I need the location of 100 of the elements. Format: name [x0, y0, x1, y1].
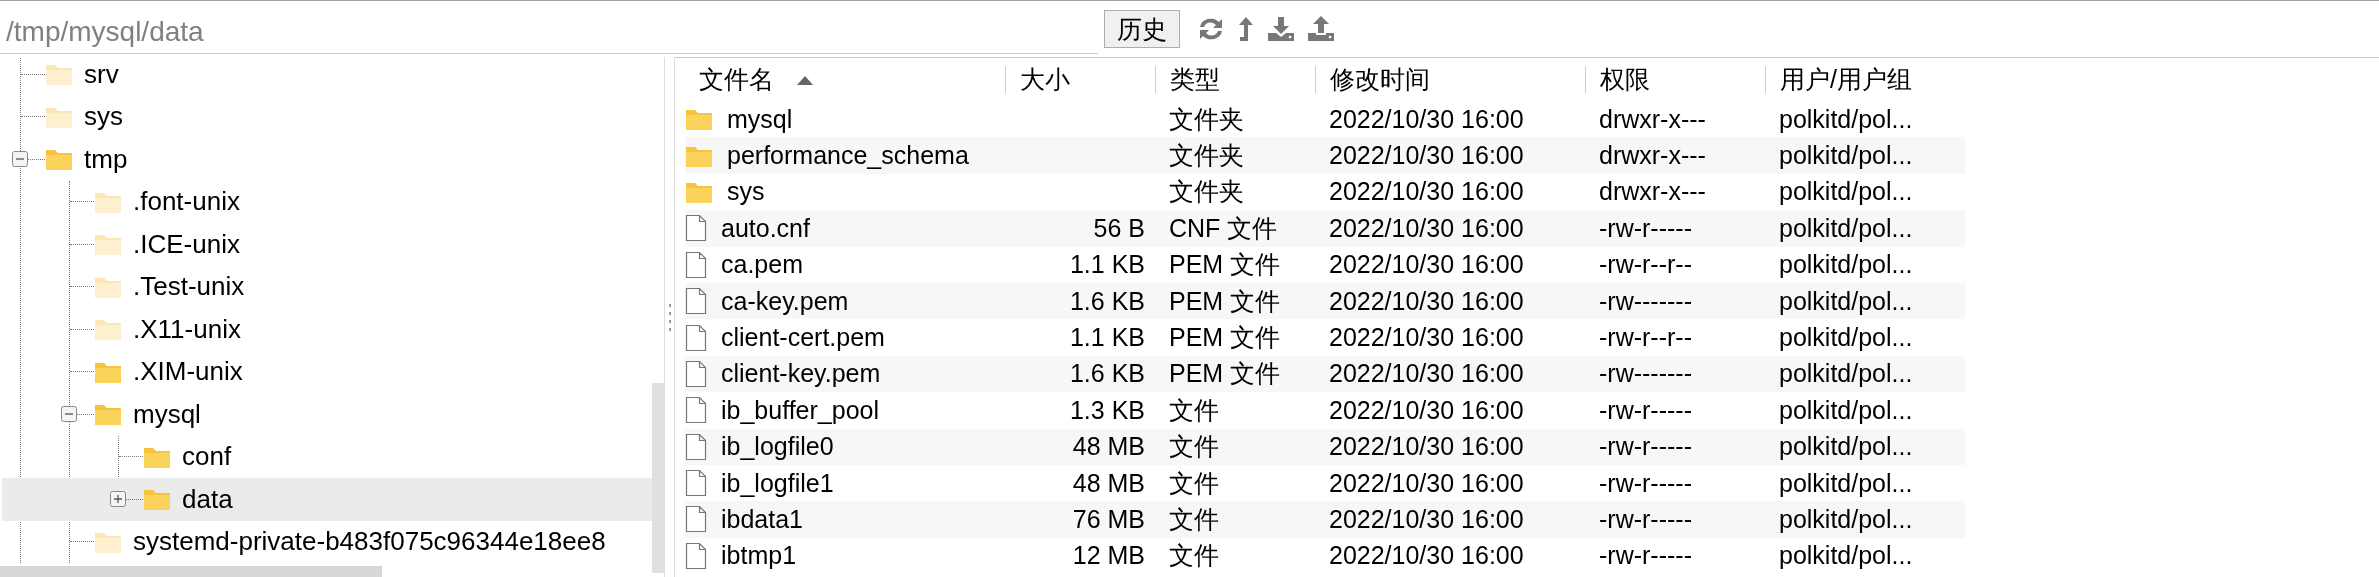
- scrollbar-thumb[interactable]: [0, 566, 382, 577]
- file-name[interactable]: sys: [727, 177, 765, 207]
- sort-arrow-icon: [796, 74, 814, 85]
- tree-item[interactable]: conf: [2, 435, 652, 478]
- file-type: 文件: [1169, 467, 1219, 499]
- scrollbar-thumb[interactable]: [652, 383, 664, 573]
- permissions: -rw-r-----: [1599, 505, 1692, 534]
- file-row[interactable]: auto.cnf 56 B CNF 文件 2022/10/30 16:00 -rw-r----- polkitd/pol...: [685, 210, 1965, 247]
- owner: polkitd/pol...: [1779, 177, 1913, 207]
- modified-time: 2022/10/30 16:00: [1329, 468, 1524, 498]
- tree-item[interactable]: .Test-unix: [1, 265, 652, 308]
- file-row[interactable]: mysql 文件夹 2022/10/30 16:00 drwxr-x--- polkitd/pol...: [685, 101, 1965, 138]
- column-header[interactable]: 权限: [1585, 66, 1765, 93]
- tree-item[interactable]: .font-unix: [1, 180, 652, 223]
- file-row[interactable]: client-cert.pem 1.1 KB PEM 文件 2022/10/30 16:00 -rw-r--r-- polkitd/pol...: [685, 319, 1965, 356]
- owner: polkitd/pol...: [1779, 468, 1913, 498]
- file-type: PEM 文件: [1169, 285, 1281, 317]
- tree-item[interactable]: data: [2, 478, 652, 521]
- download-icon[interactable]: [1266, 15, 1296, 43]
- modified-time: 2022/10/30 16:00: [1329, 177, 1524, 207]
- file-row[interactable]: ib_logfile1 48 MB 文件 2022/10/30 16:00 -rw-r----- polkitd/pol...: [685, 464, 1965, 502]
- file-name[interactable]: ca.pem: [721, 250, 803, 280]
- modified-time: 2022/10/30 16:00: [1329, 395, 1524, 425]
- file-row[interactable]: ibdata1 76 MB 文件 2022/10/30 16:00 -rw-r----- polkitd/pol...: [685, 501, 1965, 538]
- expand-icon[interactable]: [110, 491, 126, 507]
- file-name[interactable]: ib_logfile0: [721, 432, 834, 462]
- column-header[interactable]: 类型: [1155, 66, 1315, 93]
- file-row[interactable]: client-key.pem 1.6 KB PEM 文件 2022/10/30 16:00 -rw------- polkitd/pol...: [685, 355, 1965, 393]
- owner: polkitd/pol...: [1779, 286, 1913, 316]
- modified-time: 2022/10/30 16:00: [1329, 104, 1524, 134]
- tree-item[interactable]: srv: [0, 57, 652, 96]
- file-row[interactable]: sys 文件夹 2022/10/30 16:00 drwxr-x--- polkitd/pol...: [685, 173, 1965, 211]
- modified-time: 2022/10/30 16:00: [1329, 286, 1524, 316]
- file-size: 1.3 KB: [1069, 395, 1145, 425]
- upload-icon[interactable]: [1306, 15, 1336, 43]
- file-size: 48 MB: [1072, 432, 1145, 462]
- tree-item[interactable]: systemd-private-b483f075c96344e18ee8: [1, 520, 652, 563]
- permissions: -rw-------: [1599, 286, 1692, 316]
- file-size: 1.1 KB: [1069, 250, 1145, 280]
- file-type: 文件夹: [1169, 140, 1244, 172]
- owner: polkitd/pol...: [1779, 395, 1913, 425]
- file-type: CNF 文件: [1169, 212, 1278, 244]
- permissions: drwxr-x---: [1599, 177, 1706, 207]
- column-header[interactable]: 用户/用户组: [1765, 66, 1965, 93]
- tree-item[interactable]: mysql: [1, 393, 652, 436]
- file-row[interactable]: ib_buffer_pool 1.3 KB 文件 2022/10/30 16:00 -rw-r----- polkitd/pol...: [685, 392, 1965, 429]
- splitter-handle[interactable]: [667, 303, 672, 332]
- column-header[interactable]: 文件名: [685, 58, 1005, 101]
- modified-time: 2022/10/30 16:00: [1329, 541, 1524, 571]
- file-row[interactable]: ca-key.pem 1.6 KB PEM 文件 2022/10/30 16:00 -rw------- polkitd/pol...: [685, 282, 1965, 320]
- permissions: -rw-r--r--: [1599, 323, 1692, 353]
- file-type: PEM 文件: [1169, 358, 1281, 390]
- file-name[interactable]: ibdata1: [721, 505, 804, 534]
- file-name[interactable]: ib_buffer_pool: [721, 395, 879, 425]
- address-field[interactable]: /tmp/mysql/data: [0, 10, 1098, 54]
- file-type: 文件夹: [1169, 103, 1244, 135]
- collapse-icon[interactable]: [61, 406, 77, 422]
- file-name[interactable]: ibtmp1: [721, 541, 797, 571]
- owner: polkitd/pol...: [1779, 250, 1913, 280]
- up-arrow-icon[interactable]: [1236, 15, 1256, 43]
- file-type: 文件: [1169, 394, 1219, 426]
- file-name[interactable]: mysql: [727, 104, 793, 134]
- file-size: 1.1 KB: [1069, 323, 1145, 353]
- tree-item[interactable]: .XIM-unix: [1, 350, 652, 393]
- tree-item[interactable]: tmp: [0, 138, 652, 181]
- permissions: -rw-r-----: [1599, 541, 1692, 571]
- column-header[interactable]: 修改时间: [1315, 66, 1585, 93]
- file-row[interactable]: ib_logfile0 48 MB 文件 2022/10/30 16:00 -rw-r----- polkitd/pol...: [685, 428, 1965, 465]
- owner: polkitd/pol...: [1779, 505, 1913, 534]
- permissions: -rw-r-----: [1599, 432, 1692, 462]
- permissions: drwxr-x---: [1599, 141, 1706, 171]
- file-row[interactable]: performance_schema 文件夹 2022/10/30 16:00 drwxr-x--- polkitd/pol...: [685, 137, 1965, 174]
- file-name[interactable]: ib_logfile1: [721, 468, 834, 498]
- permissions: -rw-------: [1599, 359, 1692, 389]
- permissions: -rw-r-----: [1599, 468, 1692, 498]
- file-size: 12 MB: [1072, 541, 1145, 571]
- owner: polkitd/pol...: [1779, 141, 1913, 171]
- tree-item[interactable]: sys: [0, 95, 652, 138]
- file-name[interactable]: client-key.pem: [721, 359, 881, 389]
- file-name[interactable]: auto.cnf: [721, 213, 810, 243]
- tree-item[interactable]: .ICE-unix: [1, 223, 652, 266]
- file-size: 56 B: [1093, 213, 1145, 243]
- file-name[interactable]: ca-key.pem: [721, 286, 849, 316]
- permissions: -rw-r-----: [1599, 213, 1692, 243]
- file-row[interactable]: ibtmp1 12 MB 文件 2022/10/30 16:00 -rw-r----- polkitd/pol...: [685, 537, 1965, 575]
- owner: polkitd/pol...: [1779, 323, 1913, 353]
- file-type: 文件夹: [1169, 176, 1244, 208]
- file-row[interactable]: ca.pem 1.1 KB PEM 文件 2022/10/30 16:00 -rw-r--r-- polkitd/pol...: [685, 246, 1965, 283]
- collapse-icon[interactable]: [12, 151, 28, 167]
- permissions: drwxr-x---: [1599, 104, 1706, 134]
- file-size: 1.6 KB: [1069, 359, 1145, 389]
- history-button[interactable]: 历史: [1104, 10, 1180, 48]
- file-type: PEM 文件: [1169, 322, 1281, 354]
- tree-item[interactable]: .X11-unix: [1, 308, 652, 351]
- file-type: PEM 文件: [1169, 249, 1281, 281]
- file-name[interactable]: performance_schema: [727, 141, 969, 171]
- modified-time: 2022/10/30 16:00: [1329, 141, 1524, 171]
- column-header[interactable]: 大小: [1005, 66, 1155, 93]
- file-name[interactable]: client-cert.pem: [721, 323, 885, 353]
- file-size: 76 MB: [1072, 505, 1145, 534]
